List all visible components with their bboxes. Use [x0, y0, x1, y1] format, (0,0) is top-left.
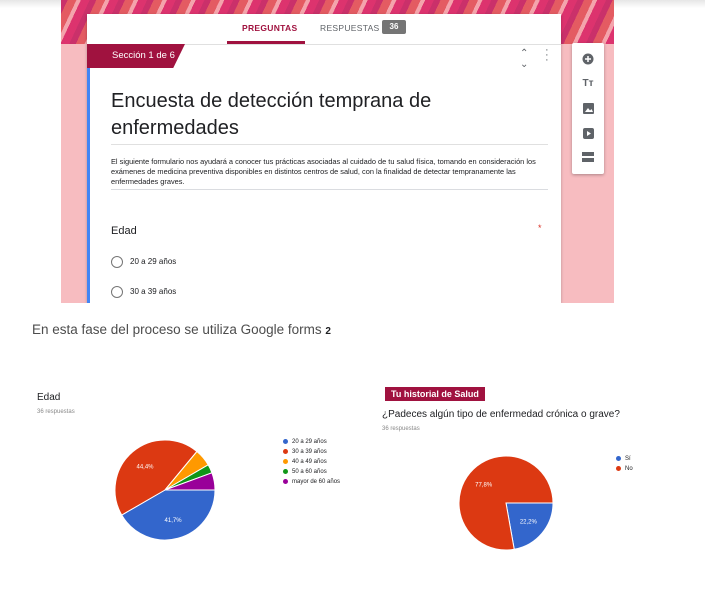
legend-swatch — [283, 478, 288, 484]
form-title[interactable]: Encuesta de detección temprana de enferm… — [111, 88, 531, 142]
slice-label-0: 22,2% — [520, 520, 538, 526]
legend-label: mayor de 60 años — [292, 479, 341, 485]
legend-swatch — [616, 465, 621, 471]
legend-label: 40 a 49 años — [292, 459, 327, 465]
form-card: PREGUNTAS RESPUESTAS 36 Sección 1 de 6 ⌃… — [87, 14, 561, 303]
form-description[interactable]: El siguiente formulario nos ayudará a co… — [111, 157, 551, 187]
legend-item-0: 20 a 29 años — [283, 437, 340, 447]
legend-item-1: 30 a 39 años — [283, 447, 340, 457]
add-question-icon[interactable] — [572, 48, 604, 70]
legend-label: No — [625, 466, 633, 472]
chart-legend: Sí No — [616, 454, 633, 474]
option-2[interactable]: 30 a 39 años — [111, 286, 176, 298]
tab-preguntas[interactable]: PREGUNTAS — [242, 23, 297, 33]
required-mark: * — [538, 223, 542, 233]
title-underline — [111, 144, 548, 145]
form-editor-screenshot: PREGUNTAS RESPUESTAS 36 Sección 1 de 6 ⌃… — [61, 0, 614, 303]
legend-swatch — [283, 448, 288, 454]
radio-button[interactable] — [111, 256, 123, 268]
option-label: 30 a 39 años — [130, 287, 177, 297]
option-label: 20 a 29 años — [130, 257, 177, 267]
radio-button[interactable] — [111, 286, 123, 298]
title-text-icon[interactable]: Tт — [572, 73, 604, 95]
slice-label-1: 77,8% — [475, 482, 493, 488]
legend-item-0: Sí — [616, 454, 633, 464]
legend-item-1: No — [616, 464, 633, 474]
slice-label-0: 41,7% — [165, 518, 183, 524]
description-underline — [111, 189, 548, 190]
more-options-icon[interactable]: · · · — [545, 45, 549, 66]
section-icon[interactable] — [572, 146, 604, 168]
legend-label: 50 a 60 años — [292, 469, 327, 475]
question-title[interactable]: Edad — [111, 225, 137, 237]
legend-label: Sí — [625, 456, 631, 462]
legend-swatch — [283, 468, 288, 474]
option-1[interactable]: 20 a 29 años — [111, 256, 176, 268]
section-tag: Tu historial de Salud — [385, 387, 485, 401]
chart-title: ¿Padeces algún tipo de enfermedad crónic… — [382, 409, 620, 420]
chart-title: Edad — [37, 392, 61, 403]
pie-chart-edad: 41,7% 44,4% — [114, 439, 216, 541]
slice-label-1: 44,4% — [136, 464, 154, 470]
legend-item-2: 40 a 49 años — [283, 457, 340, 467]
section-label: Sección 1 de 6 — [87, 44, 185, 68]
caption-text: En esta fase del proceso se utiliza Goog… — [32, 322, 326, 337]
legend-label: 30 a 39 años — [292, 449, 327, 455]
responses-count-badge: 36 — [382, 20, 406, 34]
active-item-indicator — [87, 68, 90, 303]
legend-swatch — [283, 438, 288, 444]
legend-label: 20 a 29 años — [292, 439, 327, 445]
legend-swatch — [283, 458, 288, 464]
caption: En esta fase del proceso se utiliza Goog… — [32, 322, 331, 337]
video-icon[interactable] — [572, 122, 604, 144]
response-count: 36 respuestas — [382, 426, 420, 432]
tab-bar: PREGUNTAS RESPUESTAS 36 — [87, 14, 561, 45]
legend-swatch — [616, 455, 621, 461]
response-count: 36 respuestas — [37, 409, 75, 415]
tab-respuestas[interactable]: RESPUESTAS — [320, 23, 380, 33]
collapse-section-icon[interactable]: ⌃ ⌄ — [520, 48, 528, 70]
footnote-marker: 2 — [325, 326, 331, 337]
chart-legend: 20 a 29 años 30 a 39 años 40 a 49 años 50 a… — [283, 437, 340, 487]
legend-item-4: mayor de 60 años — [283, 477, 340, 487]
side-toolbar: Tт — [572, 43, 604, 174]
pie-chart-cronica: 22,2% 77,8% — [458, 455, 554, 551]
image-icon[interactable] — [572, 97, 604, 119]
active-tab-indicator — [227, 41, 305, 44]
legend-item-3: 50 a 60 años — [283, 467, 340, 477]
